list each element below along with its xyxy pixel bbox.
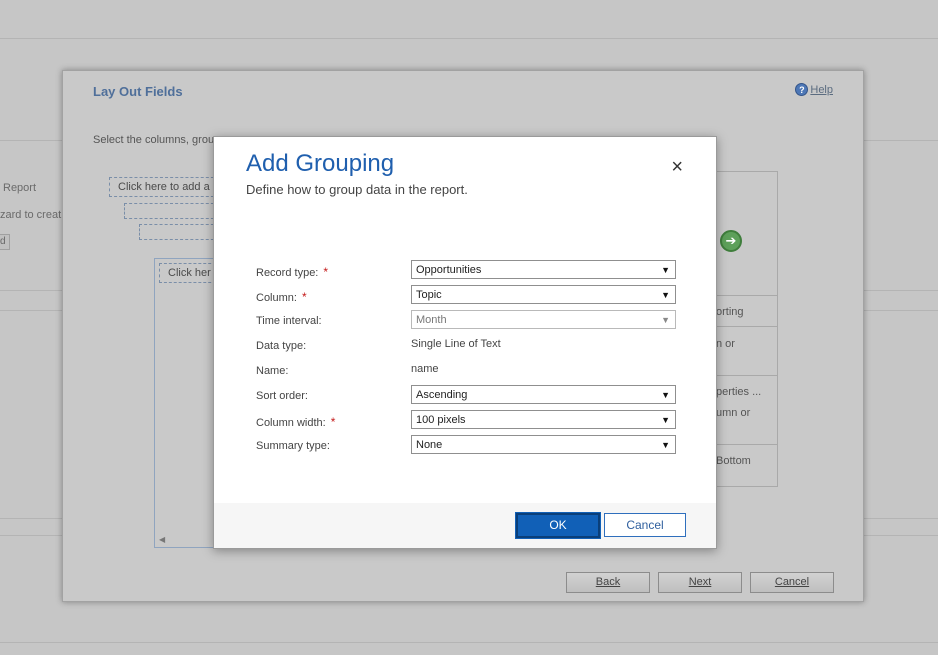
dialog-footer: OK Cancel bbox=[214, 503, 716, 548]
dialog-subtitle: Define how to group data in the report. bbox=[246, 182, 468, 197]
record-type-value: Opportunities bbox=[416, 264, 482, 276]
time-interval-select: Month ▼ bbox=[411, 310, 676, 329]
sort-order-label: Sort order: bbox=[256, 390, 308, 402]
grouping-placeholder-level-2[interactable] bbox=[124, 203, 219, 219]
required-indicator: * bbox=[323, 265, 329, 279]
sort-order-value: Ascending bbox=[416, 389, 468, 401]
background-divider bbox=[0, 642, 938, 643]
cancel-button[interactable]: Cancel bbox=[604, 513, 686, 537]
chevron-down-icon: ▼ bbox=[661, 290, 670, 300]
wizard-cancel-button-label: Cancel bbox=[774, 576, 810, 588]
required-indicator: * bbox=[330, 415, 336, 429]
background-text-wizard: zard to creat bbox=[0, 209, 62, 221]
time-interval-label: Time interval: bbox=[256, 315, 322, 327]
time-interval-row: Time interval: Month ▼ bbox=[256, 310, 676, 330]
next-arrow-icon[interactable]: ➔ bbox=[720, 230, 742, 252]
record-type-select[interactable]: Opportunities ▼ bbox=[411, 260, 676, 279]
chevron-down-icon: ▼ bbox=[661, 440, 670, 450]
background-text-report: Report bbox=[3, 182, 37, 194]
help-icon: ? bbox=[795, 83, 809, 96]
grouping-placeholder-level-3[interactable] bbox=[139, 224, 219, 240]
background-button-fragment: d bbox=[0, 234, 10, 250]
task-text-properties[interactable]: perties ... bbox=[716, 386, 761, 398]
summary-type-label: Summary type: bbox=[256, 440, 330, 452]
record-type-label: Record type: * bbox=[256, 265, 329, 279]
task-text-column[interactable]: n or bbox=[716, 338, 735, 350]
panel-divider bbox=[712, 375, 777, 376]
column-row: Column: * Topic ▼ bbox=[256, 285, 676, 305]
data-type-value: Single Line of Text bbox=[411, 338, 501, 350]
data-type-label: Data type: bbox=[256, 340, 307, 352]
next-button[interactable]: Next bbox=[658, 572, 742, 593]
column-width-label: Column width: * bbox=[256, 415, 336, 429]
sort-order-select[interactable]: Ascending ▼ bbox=[411, 385, 676, 404]
back-button[interactable]: Back bbox=[566, 572, 650, 593]
common-tasks-panel: ➔ orting n or perties ... umn or Bottom bbox=[711, 171, 778, 487]
wizard-cancel-button[interactable]: Cancel bbox=[750, 572, 834, 593]
back-button-label: Back bbox=[595, 576, 621, 588]
scroll-left-icon[interactable]: ◀ bbox=[159, 535, 165, 544]
background-divider bbox=[0, 38, 938, 39]
wizard-instructions: Select the columns, grou bbox=[93, 134, 215, 146]
time-interval-value: Month bbox=[416, 314, 447, 326]
data-type-row: Data type: Single Line of Text bbox=[256, 335, 676, 355]
column-width-value: 100 pixels bbox=[416, 414, 466, 426]
column-label: Column: * bbox=[256, 290, 307, 304]
summary-type-value: None bbox=[416, 439, 443, 451]
wizard-title: Lay Out Fields bbox=[93, 84, 183, 99]
task-text-bottom[interactable]: Bottom bbox=[716, 455, 751, 467]
task-text-sorting[interactable]: orting bbox=[716, 306, 744, 318]
help-link[interactable]: ? Help bbox=[795, 83, 833, 96]
chevron-down-icon: ▼ bbox=[661, 390, 670, 400]
record-type-row: Record type: * Opportunities ▼ bbox=[256, 260, 676, 280]
task-text-column-or[interactable]: umn or bbox=[716, 407, 750, 419]
chevron-down-icon: ▼ bbox=[661, 415, 670, 425]
ok-button[interactable]: OK bbox=[515, 512, 601, 539]
required-indicator: * bbox=[301, 290, 307, 304]
column-value: Topic bbox=[416, 289, 442, 301]
panel-divider bbox=[712, 444, 777, 445]
add-grouping-placeholder[interactable]: Click here to add a g bbox=[109, 177, 219, 197]
panel-divider bbox=[712, 295, 777, 296]
sort-order-row: Sort order: Ascending ▼ bbox=[256, 385, 676, 405]
chevron-down-icon: ▼ bbox=[661, 315, 670, 325]
name-value: name bbox=[411, 363, 439, 375]
column-width-row: Column width: * 100 pixels ▼ bbox=[256, 410, 676, 430]
add-column-placeholder[interactable]: Click her bbox=[159, 263, 221, 283]
name-row: Name: name bbox=[256, 360, 676, 380]
panel-divider bbox=[712, 326, 777, 327]
close-icon[interactable]: × bbox=[671, 157, 683, 177]
name-label: Name: bbox=[256, 365, 289, 377]
column-select[interactable]: Topic ▼ bbox=[411, 285, 676, 304]
add-grouping-dialog: Add Grouping Define how to group data in… bbox=[213, 136, 717, 549]
summary-type-select[interactable]: None ▼ bbox=[411, 435, 676, 454]
next-button-label: Next bbox=[688, 576, 712, 588]
column-width-select[interactable]: 100 pixels ▼ bbox=[411, 410, 676, 429]
dialog-title: Add Grouping bbox=[246, 150, 395, 177]
chevron-down-icon: ▼ bbox=[661, 265, 670, 275]
help-label: Help bbox=[810, 83, 833, 96]
summary-type-row: Summary type: None ▼ bbox=[256, 435, 676, 455]
